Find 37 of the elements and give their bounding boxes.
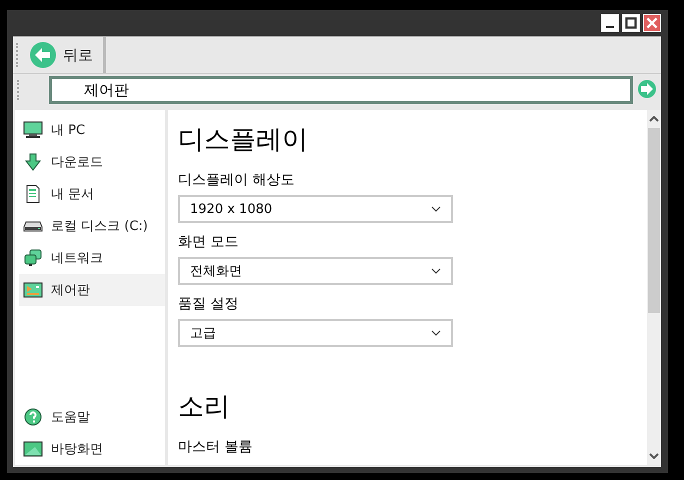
sidebar-item[interactable]: 내 PC (19, 114, 165, 146)
chevron-down-icon (431, 268, 441, 274)
sidebar-item[interactable]: 다운로드 (19, 146, 165, 178)
monitor-icon (23, 121, 43, 139)
sidebar-item[interactable]: 제어판 (19, 274, 165, 306)
down-arrow-icon (23, 153, 43, 171)
dropdown[interactable]: 전체화면 (178, 257, 453, 285)
close-icon (644, 15, 660, 31)
section-heading: 소리 (178, 391, 231, 424)
dropdown[interactable]: 1920 x 1080 (178, 195, 453, 223)
back-button[interactable]: 뒤로 (29, 37, 106, 73)
desktop-icon (23, 440, 43, 458)
setting-label: 마스터 볼륨 (178, 438, 254, 456)
sidebar-item[interactable]: 바탕화면 (19, 433, 165, 465)
address-field[interactable]: 제어판 (49, 76, 633, 104)
scrollbar-thumb[interactable] (648, 128, 660, 313)
chevron-up-icon (649, 116, 659, 122)
dropdown[interactable]: 고급 (178, 319, 453, 347)
minimize-button[interactable] (601, 14, 619, 32)
chevron-down-icon (649, 453, 659, 459)
chevron-down-icon (431, 206, 441, 212)
section-heading: 디스플레이 (178, 124, 309, 157)
scrollbar[interactable] (647, 110, 661, 465)
help-icon (23, 408, 43, 426)
setting-label: 품질 설정 (178, 295, 240, 313)
chevron-down-icon (431, 330, 441, 336)
sidebar-item[interactable]: 도움말 (19, 401, 165, 433)
maximize-button[interactable] (622, 14, 640, 32)
sidebar-item[interactable]: 네트워크 (19, 242, 165, 274)
sidebar-item[interactable]: 내 문서 (19, 178, 165, 210)
sidebar-item[interactable]: 로컬 디스크 (C:) (19, 210, 165, 242)
setting-label: 화면 모드 (178, 233, 240, 251)
minimize-icon (606, 26, 614, 28)
setting-label: 디스플레이 해상도 (178, 171, 296, 189)
network-icon (23, 249, 43, 267)
maximize-icon (623, 15, 639, 31)
control-panel-icon (23, 281, 43, 299)
